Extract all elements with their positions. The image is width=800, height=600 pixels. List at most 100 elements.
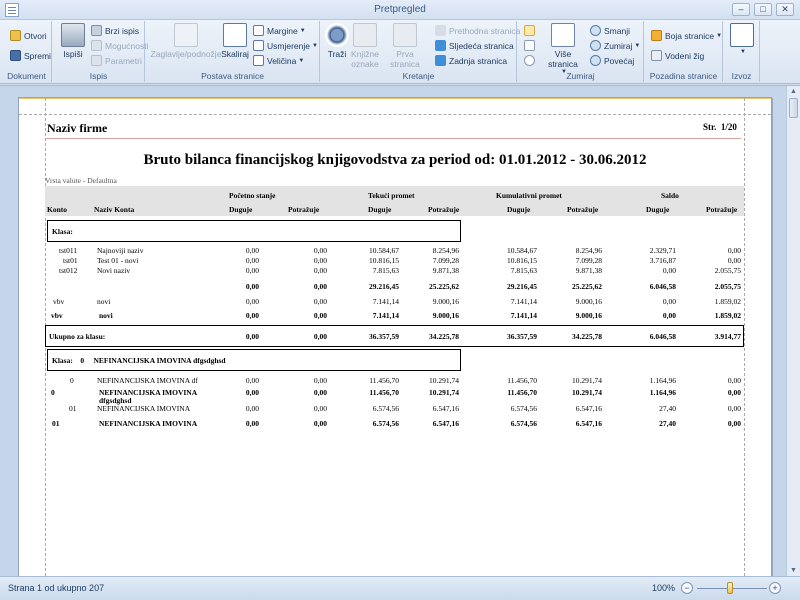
zoom-out-button[interactable]: −: [681, 582, 693, 594]
header-naziv-konta: Naziv Konta: [94, 205, 135, 214]
velicina-dropdown[interactable]: Veličina ▼: [253, 54, 304, 67]
group-postava-stranice: Zaglavlje/podnožje Skaliraj Margine ▼ Usm…: [146, 21, 320, 82]
spremi-button[interactable]: Spremi: [10, 49, 51, 62]
vodeni-zig-button[interactable]: Vodeni žig: [651, 49, 704, 62]
ispisi-button[interactable]: Ispiši: [59, 23, 87, 59]
group-label-ispis: Ispis: [89, 71, 108, 81]
header-duguje: Duguje: [229, 205, 253, 214]
row-value: 0,00: [313, 404, 327, 413]
group-label-pozadina: Pozadina stranice: [649, 71, 718, 81]
row-value: 6.547,16: [432, 419, 459, 428]
row-value: 6.547,16: [432, 404, 459, 413]
vertical-scrollbar[interactable]: ▲ ▼: [786, 86, 800, 576]
header-potrazuje: Potražuje: [428, 205, 460, 214]
row-value: 10.291,74: [572, 388, 602, 397]
otvori-button[interactable]: Otvori: [10, 29, 47, 42]
margins-icon: [253, 25, 264, 36]
row-value: 0,00: [727, 404, 741, 413]
preview-area: Naziv firme Str. 1/20 Bruto bilanca fina…: [0, 85, 800, 577]
smanji-button[interactable]: Smanji: [590, 24, 630, 37]
group-label-postava: Postava stranice: [201, 71, 264, 81]
row-value: 2.055,75: [714, 282, 741, 291]
minimize-button[interactable]: –: [732, 3, 750, 16]
pointer-tool-button[interactable]: [524, 24, 538, 37]
vise-stranica-button[interactable]: Više stranica ▼: [540, 23, 586, 75]
skaliraj-button[interactable]: Skaliraj: [220, 23, 250, 59]
povecaj-button[interactable]: Povećaj: [590, 54, 634, 67]
row-naziv: NEFINANCIJSKA IMOVINA df: [97, 376, 198, 385]
row-value: 0,00: [245, 332, 259, 341]
scale-icon: [223, 23, 247, 47]
izvoz-button[interactable]: ▼: [729, 23, 755, 55]
scrollbar-thumb[interactable]: [789, 98, 798, 118]
parametri-button[interactable]: Parametri: [91, 54, 142, 67]
header-konto: Konto: [47, 205, 68, 214]
klasa-box: Klasa:: [47, 220, 461, 242]
row-value: 3.716,87: [649, 256, 676, 265]
row-value: 27,40: [659, 419, 676, 428]
row-value: 0,00: [245, 297, 259, 306]
brzi-ispis-button[interactable]: Brzi ispis: [91, 24, 139, 37]
zoom-tool-button[interactable]: [524, 54, 538, 67]
scroll-down-arrow-icon[interactable]: ▼: [789, 566, 798, 575]
row-naziv: NEFINANCIJSKA IMOVINA: [97, 404, 191, 413]
row-value: 0,00: [245, 419, 259, 428]
row-value: 9.871,38: [432, 266, 459, 275]
group-zumiraj: Više stranica ▼ Smanji Zumiraj ▼ Povećaj Z…: [518, 21, 644, 82]
row-value: 1.164,96: [649, 376, 676, 385]
usmjerenje-dropdown[interactable]: Usmjerenje ▼: [253, 39, 318, 52]
next-page-icon: [435, 40, 446, 51]
row-value: 7.099,28: [432, 256, 459, 265]
maximize-button[interactable]: □: [754, 3, 772, 16]
group-dokument: Otvori Spremi Dokument: [2, 21, 52, 82]
zoom-slider-thumb[interactable]: [727, 582, 733, 594]
zadnja-stranica-button[interactable]: Zadnja stranica: [435, 54, 507, 67]
header-duguje: Duguje: [646, 205, 670, 214]
zumiraj-dropdown[interactable]: Zumiraj ▼: [590, 39, 640, 52]
row-value: 0,00: [313, 332, 327, 341]
row-value: 0,00: [313, 376, 327, 385]
row-value: 11.456,70: [507, 388, 537, 397]
zoom-in-button[interactable]: +: [769, 582, 781, 594]
prethodna-stranica-button[interactable]: Prethodna stranica: [435, 24, 520, 37]
row-naziv: novi: [99, 311, 113, 320]
row-naziv: Test 01 - novi: [97, 256, 139, 265]
boja-stranice-dropdown[interactable]: Boja stranice ▼: [651, 29, 722, 42]
row-value: 0,00: [245, 246, 259, 255]
row-value: 0,00: [245, 376, 259, 385]
multiple-pages-icon: [551, 23, 575, 47]
save-icon: [10, 50, 21, 61]
close-button[interactable]: ✕: [776, 3, 794, 16]
row-value: 0,00: [727, 376, 741, 385]
watermark-icon: [651, 50, 662, 61]
row-value: 1.859,02: [714, 297, 741, 306]
row-naziv: Novi naziv: [97, 266, 131, 275]
mogucnosti-button[interactable]: Mogućnosti: [91, 39, 148, 52]
row-value: 7.141,14: [510, 297, 537, 306]
klasa-label: Klasa:: [52, 227, 73, 236]
zaglavlje-podnozje-button[interactable]: Zaglavlje/podnožje: [150, 23, 222, 59]
row-naziv: Najnoviji naziv: [97, 246, 144, 255]
knjizne-oznake-button[interactable]: Knjižne oznake: [351, 23, 379, 69]
header-duguje: Duguje: [368, 205, 392, 214]
row-value: 0,00: [313, 311, 327, 320]
group-ispis: Ispiši Brzi ispis Mogućnosti Parametri I…: [53, 21, 148, 82]
export-icon: [730, 23, 754, 47]
row-value: 2.055,75: [714, 266, 741, 275]
row-naziv: NEFINANCIJSKA IMOVINA: [99, 419, 198, 428]
header-tekuci-promet: Tekući promet: [368, 191, 415, 200]
row-value: 10.291,74: [429, 388, 459, 397]
row-value: 0,00: [727, 246, 741, 255]
group-label-zumiraj: Zumiraj: [566, 71, 595, 81]
sljedeca-stranica-button[interactable]: Sljedeća stranica: [435, 39, 514, 52]
first-page-icon: [393, 23, 417, 47]
paint-bucket-icon: [651, 30, 662, 41]
page-size-icon: [253, 55, 264, 66]
trazi-button[interactable]: Traži: [325, 23, 349, 59]
margin-guide-right: [744, 98, 745, 576]
prva-stranica-button[interactable]: Prva stranica: [383, 23, 427, 69]
scroll-up-arrow-icon[interactable]: ▲: [789, 87, 798, 96]
row-value: 11.456,70: [507, 376, 537, 385]
hand-tool-button[interactable]: [524, 39, 538, 52]
margine-dropdown[interactable]: Margine ▼: [253, 24, 306, 37]
